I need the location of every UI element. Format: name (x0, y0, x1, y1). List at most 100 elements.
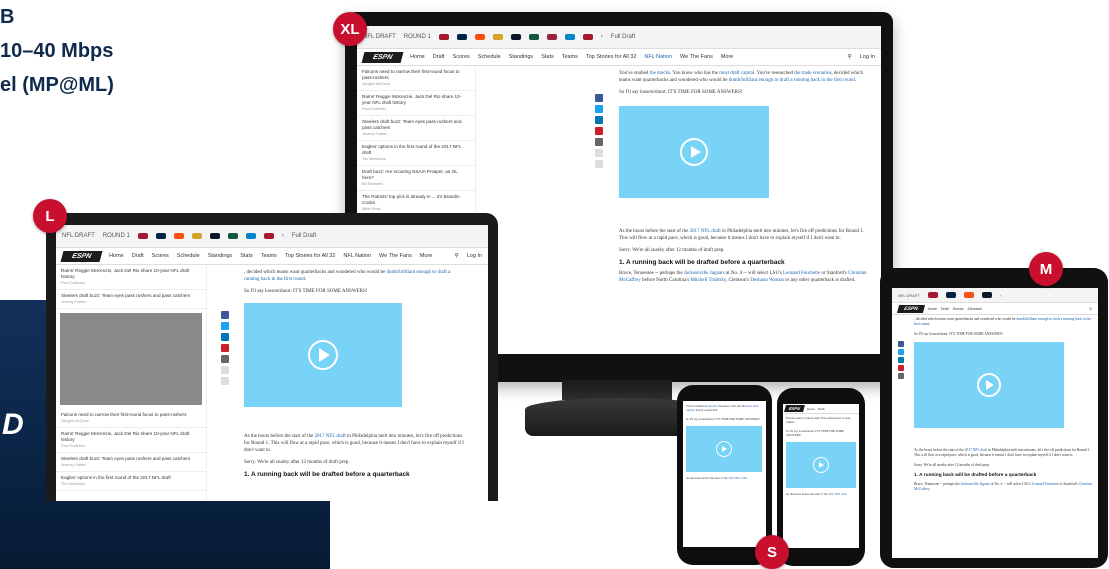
team-logo-icon[interactable] (155, 233, 166, 239)
nav-home[interactable]: Home (928, 307, 937, 311)
chevron-right-icon[interactable]: › (601, 34, 603, 40)
pinterest-icon[interactable] (898, 365, 904, 371)
team-logo-icon[interactable] (528, 34, 539, 40)
article-link[interactable]: 2017 NFL draft (965, 448, 987, 452)
article-link[interactable]: Leonard Fournette (1032, 482, 1059, 486)
nav-home[interactable]: Home (410, 54, 425, 60)
team-logo-icon[interactable] (927, 292, 938, 298)
search-icon[interactable]: ⚲ (455, 253, 459, 259)
email-icon[interactable] (898, 373, 904, 379)
nav-more[interactable]: More (420, 253, 433, 259)
espn-logo[interactable]: ESPN (361, 51, 404, 63)
twitter-icon[interactable] (595, 105, 603, 113)
list-item[interactable]: Rams' Reggie McKenzie, Jack Del Rio shar… (56, 265, 206, 290)
nav-we-the-fans[interactable]: We The Fans (379, 253, 412, 259)
team-logo-icon[interactable] (981, 292, 992, 298)
espn-logo[interactable]: ESPN (784, 405, 805, 412)
article-link[interactable]: 2017 NFL draft (315, 434, 346, 439)
team-logo-icon[interactable] (510, 34, 521, 40)
play-icon[interactable] (680, 138, 708, 166)
list-item[interactable]: Rams' Reggie McKenzie, Jack Del Rio shar… (56, 428, 206, 453)
login-link[interactable]: Log In (467, 253, 482, 259)
article-link[interactable]: Leonard Fournette (783, 271, 820, 276)
pinterest-icon[interactable] (221, 344, 229, 352)
facebook-icon[interactable] (221, 311, 229, 319)
nav-scores[interactable]: Scores (453, 54, 470, 60)
list-item[interactable]: Falcons need to narrow their first-round… (56, 409, 206, 428)
email-icon[interactable] (595, 138, 603, 146)
nav-nfl-nation[interactable]: NFL Nation (644, 54, 672, 60)
article-link[interactable]: Mitchell Trubisky (690, 278, 726, 283)
nav-nfl-nation[interactable]: NFL Nation (343, 253, 371, 259)
chevron-right-icon[interactable]: › (1000, 293, 1001, 298)
nav-draft[interactable]: Draft (818, 407, 825, 411)
article-link[interactable]: most draft capital (719, 71, 754, 76)
play-icon[interactable] (977, 373, 1001, 397)
full-draft-link[interactable]: Full Draft (611, 34, 635, 40)
facebook-icon[interactable] (595, 94, 603, 102)
twitter-icon[interactable] (221, 322, 229, 330)
comment-icon[interactable] (221, 377, 229, 385)
play-icon[interactable] (716, 441, 732, 457)
list-item[interactable]: Draft buzz: Are scouting NSAIA Prosper, … (357, 166, 475, 191)
nav-standings[interactable]: Standings (208, 253, 232, 259)
nav-home[interactable]: Home (109, 253, 124, 259)
linkedin-icon[interactable] (898, 357, 904, 363)
draft-dropdown[interactable]: NFL DRAFT (363, 34, 396, 40)
linkedin-icon[interactable] (595, 116, 603, 124)
article-link[interactable]: Jacksonville Jaguars (684, 271, 725, 276)
team-logo-icon[interactable] (492, 34, 503, 40)
full-draft-link[interactable]: Full Draft (292, 233, 316, 239)
twitter-icon[interactable] (898, 349, 904, 355)
team-logo-icon[interactable] (546, 34, 557, 40)
espn-logo[interactable]: ESPN (896, 304, 925, 313)
nav-home[interactable]: Home (807, 407, 815, 411)
video-player[interactable] (244, 303, 402, 407)
team-logo-icon[interactable] (963, 292, 974, 298)
nav-teams[interactable]: Teams (562, 54, 578, 60)
nav-stats[interactable]: Stats (541, 54, 554, 60)
team-logo-icon[interactable] (137, 233, 148, 239)
print-icon[interactable] (221, 366, 229, 374)
facebook-icon[interactable] (898, 341, 904, 347)
team-logo-icon[interactable] (209, 233, 220, 239)
article-link[interactable]: dumb/brilliant enough to draft a running… (729, 78, 855, 83)
nav-stats[interactable]: Stats (240, 253, 253, 259)
list-item[interactable]: Rams' Reggie McKenzie, Jack Del Rio shar… (357, 91, 475, 116)
round-dropdown[interactable]: ROUND 1 (103, 233, 130, 239)
team-logo-icon[interactable] (227, 233, 238, 239)
search-icon[interactable]: ⚲ (1089, 307, 1092, 311)
team-logo-icon[interactable] (474, 34, 485, 40)
video-player[interactable] (914, 342, 1064, 428)
article-link[interactable]: Jacksonville Jaguars (961, 482, 990, 486)
nav-draft[interactable]: Draft (433, 54, 445, 60)
play-icon[interactable] (813, 457, 829, 473)
team-logo-icon[interactable] (456, 34, 467, 40)
article-link[interactable]: the mocks (650, 71, 670, 76)
linkedin-icon[interactable] (221, 333, 229, 341)
list-item[interactable]: Steelers draft buzz: Team eyes pass rush… (56, 290, 206, 309)
nav-we-the-fans[interactable]: We The Fans (680, 54, 713, 60)
team-logo-icon[interactable] (173, 233, 184, 239)
email-icon[interactable] (221, 355, 229, 363)
team-logo-icon[interactable] (582, 34, 593, 40)
nav-schedule[interactable]: Schedule (478, 54, 501, 60)
nav-top-stories[interactable]: Top Stories for All 32 (285, 253, 335, 259)
nav-scores[interactable]: Scores (953, 307, 964, 311)
nav-scores[interactable]: Scores (152, 253, 169, 259)
list-item[interactable]: Eagles' options in the first round of th… (357, 141, 475, 166)
search-icon[interactable]: ⚲ (848, 54, 852, 60)
nav-top-stories[interactable]: Top Stories for All 32 (586, 54, 636, 60)
team-logo-icon[interactable] (564, 34, 575, 40)
list-item[interactable]: Falcons need to narrow their first-round… (357, 66, 475, 91)
nav-schedule[interactable]: Schedule (177, 253, 200, 259)
video-player[interactable] (786, 442, 856, 488)
play-icon[interactable] (308, 340, 338, 370)
espn-logo[interactable]: ESPN (60, 250, 103, 262)
draft-dropdown[interactable]: NFL DRAFT (62, 233, 95, 239)
comment-icon[interactable] (595, 160, 603, 168)
nav-draft[interactable]: Draft (941, 307, 949, 311)
team-logo-icon[interactable] (263, 233, 274, 239)
video-player[interactable] (686, 426, 762, 472)
round-dropdown[interactable]: ROUND 1 (404, 34, 431, 40)
